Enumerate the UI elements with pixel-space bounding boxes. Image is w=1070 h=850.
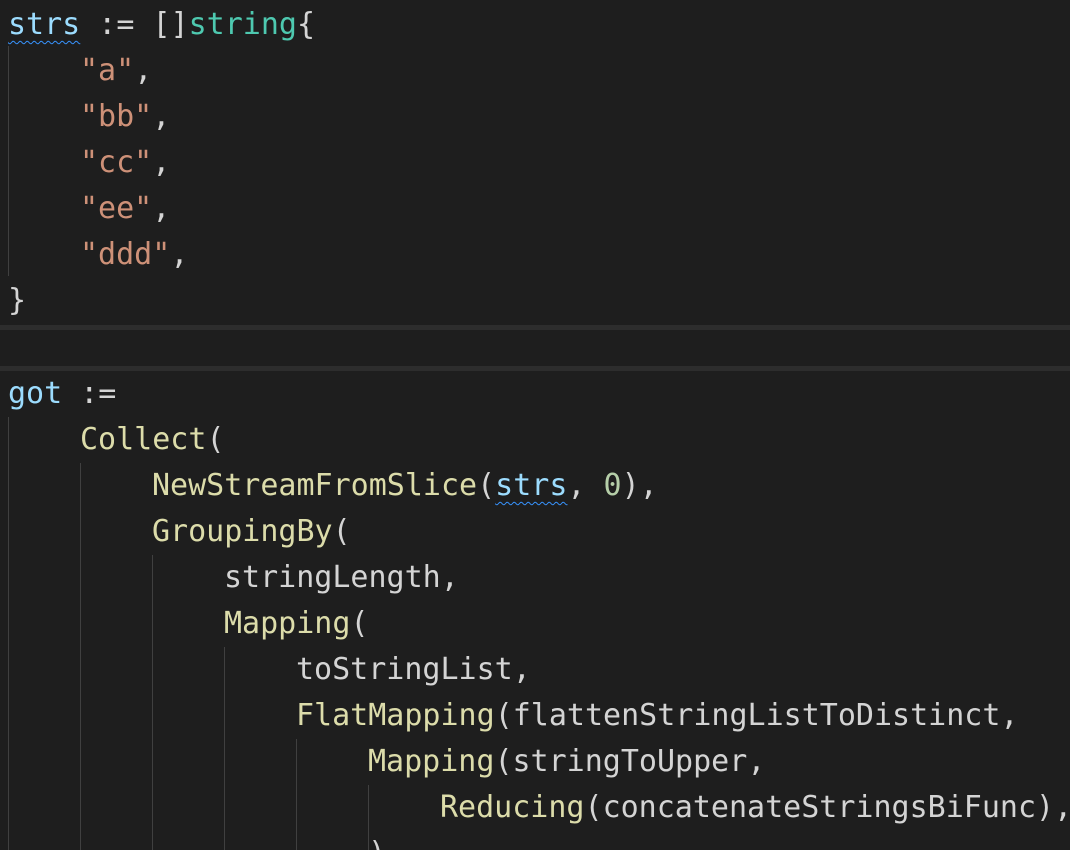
- paren-open: (: [494, 744, 513, 779]
- string-literal: "cc": [80, 145, 153, 180]
- paren-open: (: [350, 606, 369, 641]
- code-line[interactable]: strs := []string{: [8, 2, 315, 48]
- indent-guide: [8, 46, 9, 276]
- brace-open: {: [297, 7, 316, 42]
- string-literal: "ee": [80, 191, 153, 226]
- code-line[interactable]: }: [8, 278, 26, 324]
- paren-close-comma: ),: [621, 468, 658, 503]
- identifier-concatenate[interactable]: concatenateStringsBiFunc: [603, 790, 1036, 825]
- paren-open: (: [494, 698, 513, 733]
- code-line[interactable]: Collect(: [80, 417, 225, 463]
- slice-brackets: []: [152, 7, 189, 42]
- comma: ,: [152, 145, 171, 180]
- comma: ,: [440, 560, 459, 595]
- indent-guide: [224, 647, 225, 850]
- assign-operator: :=: [62, 376, 117, 411]
- comma: ,: [134, 53, 153, 88]
- string-literal: "bb": [80, 99, 153, 134]
- comma: ,: [170, 237, 189, 272]
- paren-open: (: [332, 514, 351, 549]
- code-line[interactable]: GroupingBy(: [152, 509, 351, 555]
- identifier-string-length[interactable]: stringLength: [224, 560, 441, 595]
- comma: ,: [512, 652, 531, 687]
- code-line[interactable]: Mapping(stringToUpper,: [368, 739, 765, 785]
- assign-operator: :=: [80, 7, 153, 42]
- variable-strs-ref[interactable]: strs: [495, 468, 567, 503]
- string-literal: "ddd": [80, 237, 171, 272]
- paren-close: ): [368, 836, 386, 850]
- paren-close-comma: ),: [1036, 790, 1070, 825]
- code-line[interactable]: ): [368, 831, 386, 850]
- code-line[interactable]: "a",: [80, 48, 152, 94]
- number-literal: 0: [603, 468, 622, 503]
- comma: ,: [152, 191, 171, 226]
- identifier-flatten[interactable]: flattenStringListToDistinct: [513, 698, 1001, 733]
- indent-guide: [296, 739, 297, 850]
- brace-close: }: [8, 283, 27, 318]
- code-block-got: got := Collect( NewStreamFromSlice(strs,…: [0, 371, 1070, 850]
- indent-guide: [152, 555, 153, 850]
- function-mapping[interactable]: Mapping: [224, 606, 350, 641]
- indent-guide: [8, 417, 9, 850]
- comma: ,: [567, 468, 604, 503]
- section-divider: [0, 325, 1070, 330]
- variable-strs[interactable]: strs: [8, 7, 80, 42]
- paren-open: (: [477, 468, 496, 503]
- paren-open: (: [206, 422, 225, 457]
- string-literal: "a": [80, 53, 135, 88]
- function-mapping[interactable]: Mapping: [368, 744, 494, 779]
- identifier-to-string-list[interactable]: toStringList: [296, 652, 513, 687]
- function-collect[interactable]: Collect: [80, 422, 206, 457]
- code-line[interactable]: "ee",: [80, 186, 170, 232]
- function-new-stream-from-slice[interactable]: NewStreamFromSlice: [152, 468, 477, 503]
- function-reducing[interactable]: Reducing: [440, 790, 585, 825]
- paren-open: (: [584, 790, 603, 825]
- identifier-string-to-upper[interactable]: stringToUpper: [513, 744, 748, 779]
- code-block-strs: strs := []string{ "a", "bb", "cc", "ee",…: [0, 0, 1070, 325]
- code-line[interactable]: "bb",: [80, 94, 170, 140]
- code-line[interactable]: "cc",: [80, 140, 170, 186]
- indent-guide: [80, 463, 81, 850]
- code-line[interactable]: FlatMapping(flattenStringListToDistinct,: [296, 693, 1018, 739]
- code-line[interactable]: got :=: [8, 371, 116, 417]
- comma: ,: [152, 99, 171, 134]
- code-line[interactable]: "ddd",: [80, 232, 188, 278]
- code-line[interactable]: Mapping(: [224, 601, 369, 647]
- comma: ,: [747, 744, 766, 779]
- code-line[interactable]: stringLength,: [224, 555, 459, 601]
- code-line[interactable]: NewStreamFromSlice(strs, 0),: [152, 463, 658, 509]
- code-line[interactable]: Reducing(concatenateStringsBiFunc),: [440, 785, 1070, 831]
- code-editor[interactable]: strs := []string{ "a", "bb", "cc", "ee",…: [0, 0, 1070, 850]
- function-flat-mapping[interactable]: FlatMapping: [296, 698, 495, 733]
- type-string: string: [188, 7, 297, 42]
- function-grouping-by[interactable]: GroupingBy: [152, 514, 333, 549]
- variable-got[interactable]: got: [8, 376, 62, 411]
- comma: ,: [1000, 698, 1019, 733]
- code-line[interactable]: toStringList,: [296, 647, 531, 693]
